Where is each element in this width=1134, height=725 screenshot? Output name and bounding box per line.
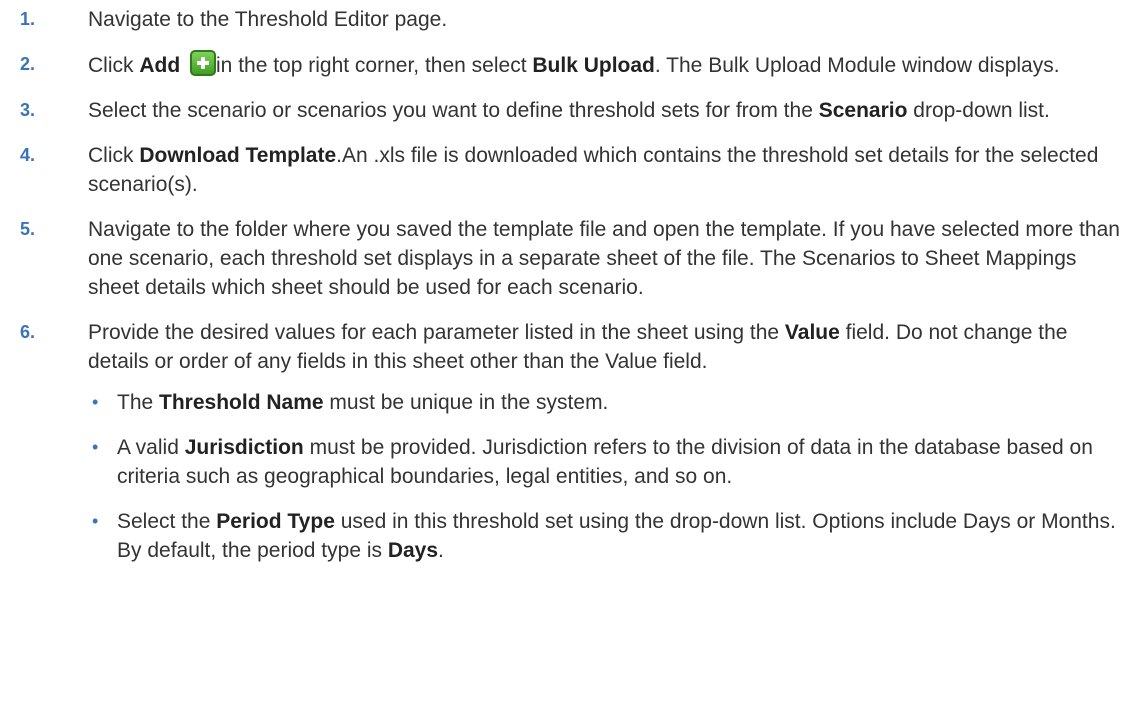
step-1: 1. Navigate to the Threshold Editor page… <box>20 5 1124 34</box>
bullet-jurisdiction: • A valid Jurisdiction must be provided.… <box>88 433 1124 491</box>
download-template-label: Download Template <box>139 144 337 167</box>
bullet-text-tail: must be unique in the system. <box>323 391 609 414</box>
step-5: 5. Navigate to the folder where you save… <box>20 215 1124 302</box>
step-text-tail: drop-down list. <box>907 99 1050 122</box>
bullet-text-tail: . <box>438 539 444 562</box>
value-label: Value <box>784 321 840 344</box>
step-text-tail: . The Bulk Upload Module window displays… <box>654 54 1060 77</box>
step-text: Select the scenario or scenarios you wan… <box>88 99 819 122</box>
bullet-icon: • <box>92 392 99 412</box>
step-text: Navigate to the Threshold Editor page. <box>88 8 448 31</box>
add-icon <box>190 50 217 76</box>
step-number: 4. <box>20 145 36 165</box>
step-text: Navigate to the folder where you saved t… <box>88 218 1120 299</box>
period-type-label: Period Type <box>216 510 335 533</box>
step-6-bullets: • The Threshold Name must be unique in t… <box>88 388 1124 565</box>
bullet-icon: • <box>92 437 99 457</box>
scenario-label: Scenario <box>818 99 908 122</box>
step-number: 2. <box>20 54 36 74</box>
step-number: 5. <box>20 219 36 239</box>
step-text-cont: in the top right corner, then select <box>216 54 533 77</box>
bullet-text: The <box>117 391 160 414</box>
step-text: Provide the desired values for each para… <box>88 321 785 344</box>
step-number: 3. <box>20 100 36 120</box>
step-text: Click <box>88 144 140 167</box>
step-number: 1. <box>20 9 36 29</box>
days-label: Days <box>387 539 439 562</box>
threshold-name-label: Threshold Name <box>159 391 324 414</box>
step-3: 3. Select the scenario or scenarios you … <box>20 96 1124 125</box>
steps-list: 1. Navigate to the Threshold Editor page… <box>20 5 1124 565</box>
step-4: 4. Click Download Template.An .xls file … <box>20 141 1124 199</box>
bulk-upload-label: Bulk Upload <box>532 54 655 77</box>
step-6: 6. Provide the desired values for each p… <box>20 318 1124 565</box>
step-number: 6. <box>20 322 36 342</box>
step-text: Click <box>88 54 140 77</box>
bullet-period-type: • Select the Period Type used in this th… <box>88 507 1124 565</box>
jurisdiction-label: Jurisdiction <box>184 436 304 459</box>
document-body: 1. Navigate to the Threshold Editor page… <box>0 0 1134 565</box>
step-2: 2. Click Add in the top right corner, th… <box>20 50 1124 80</box>
bullet-text: A valid <box>117 436 185 459</box>
add-label: Add <box>139 54 181 77</box>
bullet-text: Select the <box>117 510 217 533</box>
bullet-icon: • <box>92 511 99 531</box>
bullet-threshold-name: • The Threshold Name must be unique in t… <box>88 388 1124 417</box>
